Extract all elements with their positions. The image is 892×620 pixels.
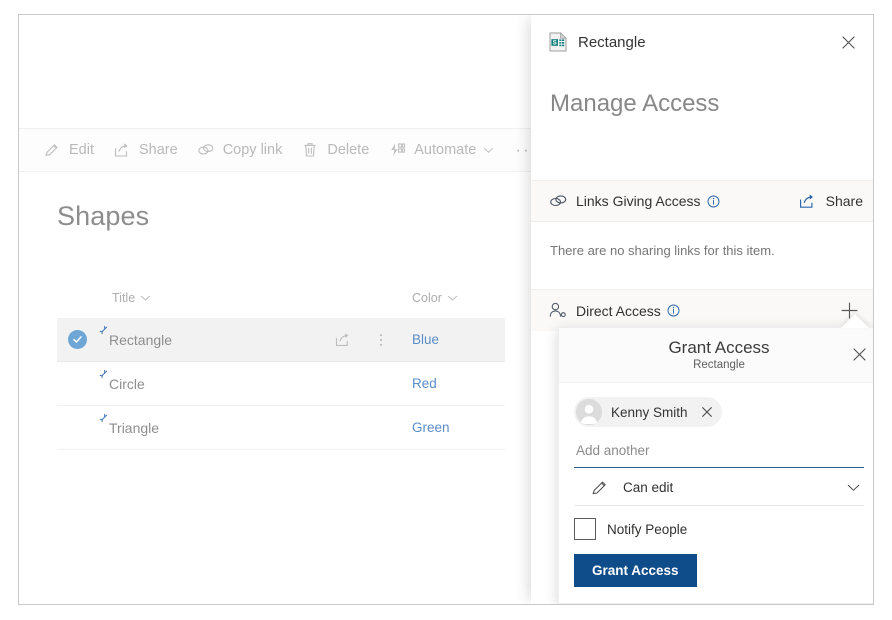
command-automate[interactable]: Automate bbox=[378, 129, 503, 171]
direct-access-label: Direct Access bbox=[576, 302, 661, 319]
chevron-down-icon bbox=[447, 294, 458, 302]
row-color-label[interactable]: Blue bbox=[412, 332, 439, 347]
row-title-cell[interactable]: Circle bbox=[97, 369, 397, 392]
panel-header: S Rectangle bbox=[531, 15, 873, 69]
new-item-sparkle-icon bbox=[97, 413, 110, 426]
grant-access-subtitle: Rectangle bbox=[693, 358, 745, 371]
links-giving-access-label: Links Giving Access bbox=[576, 193, 701, 209]
column-header-title-label: Title bbox=[112, 291, 136, 305]
close-icon[interactable] bbox=[833, 27, 863, 57]
app-root: Edit Share Copy link Delete Automate ·· … bbox=[0, 0, 892, 620]
command-edit[interactable]: Edit bbox=[33, 129, 103, 171]
row-color-label[interactable]: Green bbox=[412, 420, 450, 435]
chevron-down-icon bbox=[140, 294, 151, 302]
command-share-label: Share bbox=[139, 142, 178, 158]
command-copy-link-label: Copy link bbox=[222, 142, 283, 158]
grant-access-header: Grant Access Rectangle bbox=[559, 328, 873, 383]
list-rows: Rectangle Blue Circle Red Triangle Green bbox=[57, 318, 505, 450]
command-delete[interactable]: Delete bbox=[291, 129, 378, 171]
share-button-label: Share bbox=[825, 193, 863, 209]
grant-access-button[interactable]: Grant Access bbox=[574, 554, 697, 587]
table-row[interactable]: Rectangle Blue bbox=[57, 318, 505, 362]
column-header-color[interactable]: Color bbox=[412, 289, 458, 307]
link-icon bbox=[196, 141, 216, 159]
links-section-label-group: Links Giving Access bbox=[549, 193, 791, 209]
pencil-icon bbox=[591, 478, 611, 496]
notify-people-checkbox[interactable] bbox=[574, 518, 596, 540]
links-empty-message: There are no sharing links for this item… bbox=[550, 243, 775, 258]
permission-value: Can edit bbox=[623, 479, 674, 495]
person-chip[interactable]: Kenny Smith bbox=[574, 397, 722, 427]
share-icon bbox=[112, 141, 132, 159]
remove-person-icon[interactable] bbox=[698, 403, 716, 421]
row-share-icon[interactable] bbox=[334, 331, 352, 349]
share-button[interactable]: Share bbox=[791, 193, 863, 210]
list-view-region: Edit Share Copy link Delete Automate ·· … bbox=[19, 15, 531, 604]
page-title: Shapes bbox=[57, 201, 150, 231]
row-title-cell[interactable]: Triangle bbox=[97, 413, 397, 436]
command-overflow-button[interactable]: ··· bbox=[503, 140, 531, 160]
table-row[interactable]: Triangle Green bbox=[57, 406, 505, 450]
add-another-field-wrapper bbox=[574, 439, 864, 468]
command-share[interactable]: Share bbox=[103, 129, 187, 171]
info-icon[interactable] bbox=[707, 195, 720, 208]
row-select-checkbox[interactable] bbox=[57, 330, 97, 349]
people-icon bbox=[549, 302, 568, 319]
command-delete-label: Delete bbox=[327, 142, 370, 158]
command-edit-label: Edit bbox=[69, 142, 94, 158]
panel-item-title: Rectangle bbox=[578, 33, 646, 51]
column-header-color-label: Color bbox=[412, 291, 442, 305]
table-row[interactable]: Circle Red bbox=[57, 362, 505, 406]
manage-access-panel: S Rectangle Manage Access Links Giving A… bbox=[531, 15, 873, 604]
callout-beak bbox=[841, 314, 869, 328]
grant-access-callout: Grant Access Rectangle Kenny Smith Add a… bbox=[558, 327, 873, 604]
pencil-icon bbox=[42, 141, 62, 159]
trash-icon bbox=[300, 141, 320, 159]
new-item-sparkle-icon bbox=[97, 369, 110, 382]
row-actions bbox=[334, 331, 390, 349]
svg-text:S: S bbox=[553, 41, 557, 47]
grant-access-title: Grant Access bbox=[668, 337, 770, 357]
link-icon bbox=[549, 193, 568, 209]
automate-icon bbox=[387, 141, 407, 159]
links-giving-access-header: Links Giving Access Share bbox=[531, 180, 873, 222]
person-avatar-icon bbox=[576, 399, 602, 425]
panel-heading: Manage Access bbox=[550, 90, 720, 117]
share-icon bbox=[799, 193, 818, 210]
checkmark-icon bbox=[67, 330, 87, 349]
person-chip-label: Kenny Smith bbox=[611, 404, 688, 420]
command-copy-link[interactable]: Copy link bbox=[187, 129, 292, 171]
page-frame: Edit Share Copy link Delete Automate ·· … bbox=[18, 14, 874, 605]
new-item-sparkle-icon bbox=[97, 325, 110, 338]
info-icon[interactable] bbox=[667, 304, 680, 317]
chevron-down-icon bbox=[483, 146, 494, 154]
notify-people-label: Notify People bbox=[607, 521, 688, 537]
notify-people-row[interactable]: Notify People bbox=[574, 518, 864, 540]
table-header: Title Color bbox=[57, 289, 505, 315]
sharepoint-list-item-icon: S bbox=[549, 32, 567, 52]
row-more-options-icon[interactable] bbox=[372, 331, 390, 349]
direct-section-label-group: Direct Access bbox=[549, 303, 835, 319]
direct-access-header: Direct Access bbox=[531, 289, 873, 331]
command-automate-label: Automate bbox=[414, 142, 477, 158]
column-header-title[interactable]: Title bbox=[112, 289, 151, 307]
close-icon[interactable] bbox=[845, 340, 873, 368]
grant-access-body: Kenny Smith Add another Can edit Notify … bbox=[559, 383, 873, 603]
add-another-input[interactable] bbox=[576, 443, 862, 458]
chevron-down-icon bbox=[847, 483, 864, 492]
permission-dropdown[interactable]: Can edit bbox=[574, 469, 864, 506]
command-bar: Edit Share Copy link Delete Automate ·· bbox=[19, 128, 531, 172]
row-color-label[interactable]: Red bbox=[412, 376, 437, 391]
